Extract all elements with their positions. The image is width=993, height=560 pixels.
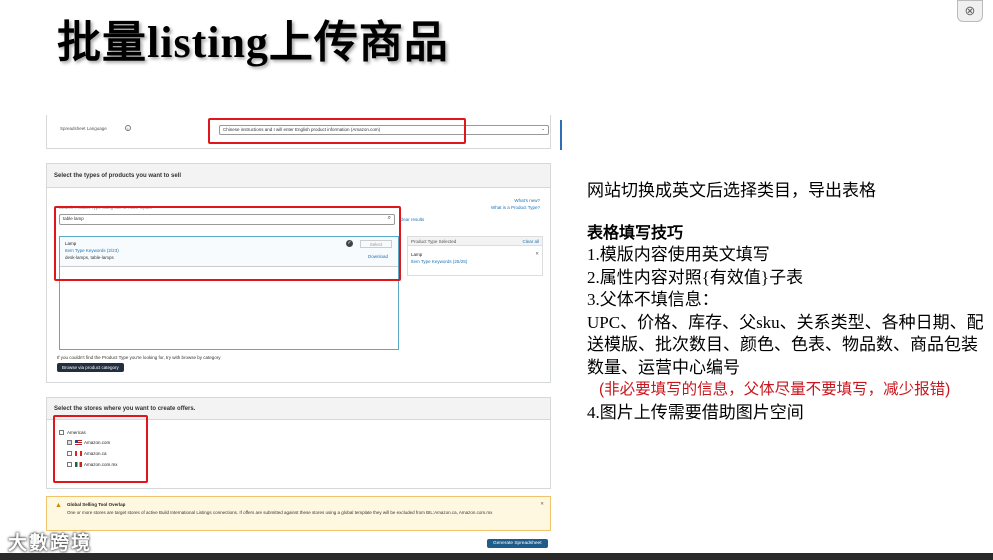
watermark-logo: 大數跨境 [8,533,93,554]
language-label: Spreadsheet Language [60,126,107,131]
selected-header: Product Type Selected Clear all [408,237,542,246]
alert-text: One or more stores are target stores of … [67,510,493,515]
selected-name: Lamp [411,252,423,257]
product-types-title: Select the types of products you want to… [54,173,182,179]
highlight-language [208,118,466,144]
bottom-bar [0,553,993,560]
note-line-1: 1.模版内容使用英文填写 [587,245,770,264]
clear-all-link[interactable]: Clear all [522,239,539,244]
note-line-4: UPC、价格、库存、父sku、关系类型、各种日期、配送模版、批次数目、颜色、色表… [587,312,984,377]
selected-keywords: Item Type Keywords (25/25) [411,259,468,264]
stores-title: Select the stores where you want to crea… [54,406,196,412]
chevron-down-icon: ⌄ [541,126,545,131]
amazon-template-screenshot: Spreadsheet Language i Chinese instructi… [26,115,566,560]
browse-hint: If you couldn't find the Product Type yo… [57,355,221,360]
highlight-stores [53,415,148,483]
highlight-search [54,206,401,281]
product-types-header: Select the types of products you want to… [47,164,550,188]
note-warning: (非必要填写的信息，父体尽量不要填写，减少报错) [599,381,951,398]
close-icon[interactable]: ⊗ [957,0,983,22]
whats-new-link[interactable]: What's new? [514,198,540,203]
selected-title: Product Type Selected [411,239,457,244]
clear-results-link[interactable]: Clear results [399,217,424,222]
notes-panel: 网站切换成英文后选择类目，导出表格 表格填写技巧 1.模版内容使用英文填写 2.… [587,180,993,424]
info-icon: i [125,125,131,131]
selected-product-type-panel: Product Type Selected Clear all Lamp Ite… [407,236,543,276]
divider-line [560,120,562,150]
overlap-alert: ▲ Global Selling Tool Overlap One or mor… [46,496,551,531]
browse-category-button[interactable]: Browse via product category [57,363,124,372]
alert-title: Global Selling Tool Overlap [67,502,126,507]
notes-heading: 表格填写技巧 [587,222,684,242]
note-line-5: 4.图片上传需要借助图片空间 [587,402,804,422]
note-line-3: 3.父体不填信息： [587,290,719,309]
remove-icon[interactable]: ✕ [535,251,539,257]
notes-intro: 网站切换成英文后选择类目，导出表格 [587,181,876,200]
note-line-2: 2.属性内容对照{有效值}子表 [587,267,804,287]
what-is-product-type-link[interactable]: What is a Product Type? [491,205,540,210]
alert-close-icon[interactable]: ✕ [540,501,544,507]
slide-title: 批量listing上传商品 [57,18,449,67]
warning-icon: ▲ [55,502,62,509]
generate-spreadsheet-button[interactable]: Generate Spreadsheet [487,539,548,548]
